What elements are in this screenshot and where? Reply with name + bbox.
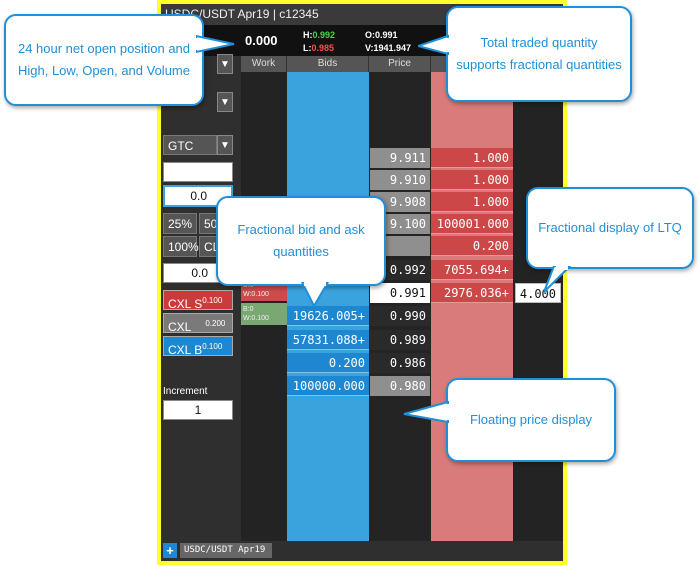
- low-stat: L:0.985: [303, 43, 334, 53]
- last-price-cell[interactable]: 0.991: [370, 283, 430, 303]
- increment-label: Increment: [163, 386, 208, 397]
- price-cell[interactable]: 0.989: [370, 330, 430, 350]
- price-cell[interactable]: 0.980: [370, 376, 430, 396]
- callout-ltq: Fractional display of LTQ: [526, 187, 694, 269]
- ask-cell[interactable]: 1.000: [431, 192, 513, 212]
- type-dropdown-arrow[interactable]: ▼: [217, 92, 233, 112]
- header-work[interactable]: Work: [241, 56, 287, 72]
- cancel-buys-button[interactable]: CXL B0.100: [163, 336, 233, 357]
- price-ladder: Work Bids Price S:0W:0.100 B:0W:0.100 9.…: [241, 56, 563, 541]
- bid-cell[interactable]: 19626.005+: [287, 306, 369, 326]
- bid-cell[interactable]: 100000.000: [287, 376, 369, 396]
- instrument-tab[interactable]: USDC/USDT Apr19: [180, 543, 272, 558]
- bid-cell[interactable]: 57831.088+: [287, 330, 369, 350]
- high-value: 0.992: [312, 30, 336, 40]
- callout-pointer-net-position: [196, 34, 235, 54]
- ask-cell[interactable]: 1.000: [431, 170, 513, 190]
- ask-cell[interactable]: 2976.036+: [431, 283, 513, 303]
- qty-25-button[interactable]: 25%: [163, 213, 197, 234]
- ask-cell[interactable]: 1.000: [431, 148, 513, 168]
- open-label: O:: [365, 30, 375, 40]
- ask-cell[interactable]: 0.200: [431, 236, 513, 256]
- cancel-sells-button[interactable]: CXL S0.100: [163, 290, 233, 311]
- cancel-all-qty: 0.200: [205, 319, 226, 328]
- working-buy-line1: B:0: [243, 306, 254, 313]
- callout-net-position: 24 hour net open position and High, Low,…: [4, 14, 204, 106]
- cancel-buys-qty: 0.100: [202, 342, 223, 351]
- price-cell[interactable]: 0.986: [370, 353, 430, 373]
- add-tab-icon[interactable]: +: [163, 543, 177, 558]
- open-stat: O:0.991: [365, 30, 398, 40]
- header-price[interactable]: Price: [369, 56, 431, 72]
- callout-pointer-floating-price: [403, 400, 450, 424]
- asks-column[interactable]: [431, 72, 513, 541]
- tif-select[interactable]: GTC: [163, 135, 217, 155]
- cancel-buys-label: CXL B: [168, 343, 203, 357]
- high-stat: H:0.992: [303, 30, 335, 40]
- working-buy-order[interactable]: B:0 W:0.100: [241, 303, 287, 325]
- account-field[interactable]: [163, 162, 233, 182]
- bottom-tab-bar: + USDC/USDT Apr19: [161, 541, 563, 561]
- high-label: H:: [303, 30, 313, 40]
- price-cell[interactable]: 9.911: [370, 148, 430, 168]
- header-bids[interactable]: Bids: [287, 56, 369, 72]
- order-entry-panel: ▼ ▼ GTC ▼ 0.0 25% 50% 100% CLR 0.0 CXL S…: [161, 54, 241, 561]
- low-label: L:: [303, 43, 312, 53]
- qty-100-button[interactable]: 100%: [163, 236, 199, 257]
- volume-value: 1941.947: [373, 43, 412, 53]
- cancel-sells-qty: 0.100: [202, 296, 223, 305]
- working-sell-line2: W:0.100: [243, 291, 269, 298]
- ask-cell[interactable]: 7055.694+: [431, 260, 513, 280]
- tif-dropdown-arrow[interactable]: ▼: [217, 135, 233, 155]
- volume-stat: V:1941.947: [365, 43, 411, 53]
- price-cell[interactable]: 0.990: [370, 306, 430, 326]
- low-value: 0.985: [311, 43, 335, 53]
- increment-input[interactable]: 1: [163, 400, 233, 420]
- net-position-value: 0.000: [245, 33, 278, 48]
- callout-pointer-ltq: [543, 266, 572, 293]
- callout-floating-price: Floating price display: [446, 378, 616, 462]
- working-buy-line2: W:0.100: [243, 315, 269, 322]
- callout-pointer-fractional-bid-ask: [300, 282, 330, 308]
- bid-cell[interactable]: 0.200: [287, 353, 369, 373]
- price-cell[interactable]: 9.910: [370, 170, 430, 190]
- volume-label: V:: [365, 43, 374, 53]
- callout-pointer-traded-quantity: [418, 34, 450, 56]
- cancel-sells-label: CXL S: [168, 297, 203, 311]
- callout-fractional-bid-ask: Fractional bid and ask quantities: [216, 196, 386, 286]
- callout-traded-quantity: Total traded quantity supports fractiona…: [446, 6, 632, 102]
- ask-cell[interactable]: 100001.000: [431, 214, 513, 234]
- open-value: 0.991: [375, 30, 398, 40]
- cancel-all-button[interactable]: CXL 0.200: [163, 313, 233, 334]
- cancel-all-label: CXL: [168, 320, 192, 334]
